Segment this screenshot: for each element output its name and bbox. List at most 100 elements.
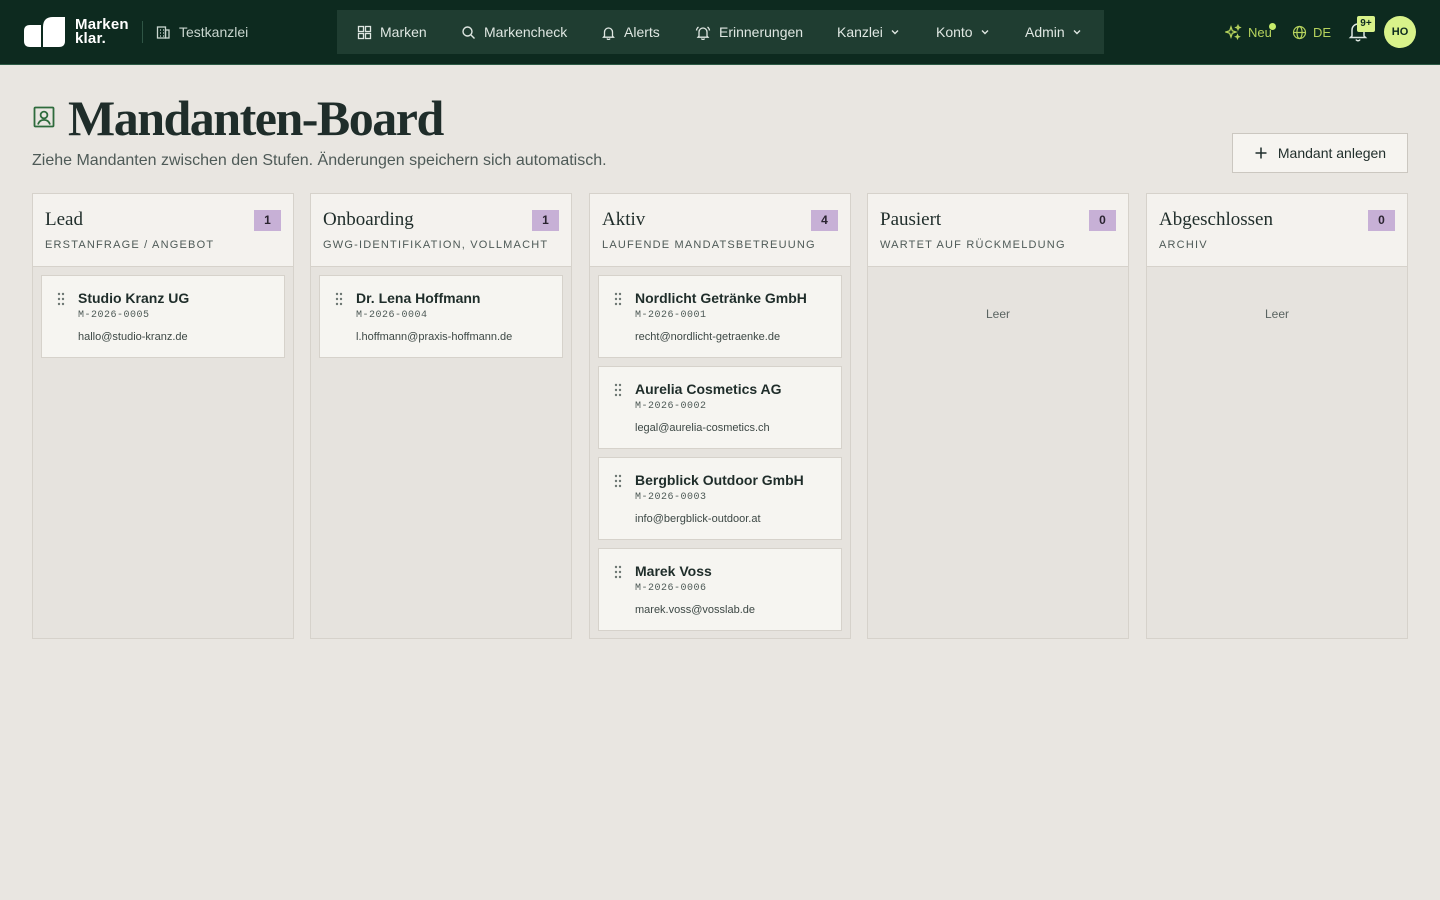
column-header: Lead Erstanfrage / Angebot 1 bbox=[33, 194, 293, 267]
column-count-badge: 4 bbox=[811, 210, 838, 231]
language-label: DE bbox=[1313, 24, 1332, 40]
nav-label: Erinnerungen bbox=[719, 24, 804, 40]
column-header: Pausiert Wartet auf Rückmeldung 0 bbox=[868, 194, 1128, 267]
nav-label: Markencheck bbox=[484, 24, 568, 40]
drag-handle-icon[interactable] bbox=[614, 474, 622, 488]
client-card-icon bbox=[33, 106, 55, 128]
client-card[interactable]: Marek Voss M-2026-0006 marek.voss@vossla… bbox=[598, 548, 842, 631]
nav-label: Alerts bbox=[624, 24, 660, 40]
column-header: Aktiv Laufende Mandatsbetreuung 4 bbox=[590, 194, 850, 267]
nav-label: Marken bbox=[380, 24, 427, 40]
column-subtitle: GwG-Identifikation, Vollmacht bbox=[323, 239, 549, 251]
nav-item-markencheck[interactable]: Markencheck bbox=[461, 10, 567, 54]
bell-icon bbox=[602, 26, 615, 40]
client-email: hallo@studio-kranz.de bbox=[78, 331, 188, 343]
column-empty-state: Leer bbox=[985, 307, 1011, 321]
column-title: Onboarding bbox=[323, 209, 414, 230]
add-client-button[interactable]: Mandant anlegen bbox=[1232, 133, 1408, 173]
drag-handle-icon[interactable] bbox=[614, 383, 622, 397]
logo-divider bbox=[142, 21, 143, 43]
chevron-down-icon bbox=[1073, 30, 1081, 35]
column-title: Pausiert bbox=[880, 209, 942, 230]
column-subtitle: Wartet auf Rückmeldung bbox=[880, 239, 1066, 251]
logo-mark-icon bbox=[24, 17, 65, 47]
client-card[interactable]: Dr. Lena Hoffmann M-2026-0004 l.hoffmann… bbox=[319, 275, 563, 358]
client-name: Aurelia Cosmetics AG bbox=[635, 381, 782, 397]
client-email: info@bergblick-outdoor.at bbox=[635, 513, 761, 525]
client-card[interactable]: Nordlicht Getränke GmbH M-2026-0001 rech… bbox=[598, 275, 842, 358]
client-code: M-2026-0004 bbox=[356, 310, 428, 321]
nav-item-kanzlei[interactable]: Kanzlei bbox=[837, 10, 900, 54]
client-email: recht@nordlicht-getraenke.de bbox=[635, 331, 781, 343]
column-subtitle: Erstanfrage / Angebot bbox=[45, 239, 215, 251]
client-card[interactable]: Studio Kranz UG M-2026-0005 hallo@studio… bbox=[41, 275, 285, 358]
column-title: Abgeschlossen bbox=[1159, 209, 1273, 230]
client-card[interactable]: Bergblick Outdoor GmbH M-2026-0003 info@… bbox=[598, 457, 842, 540]
drag-handle-icon[interactable] bbox=[57, 292, 65, 306]
nav-label: Admin bbox=[1025, 24, 1065, 40]
column-onboarding[interactable]: Onboarding GwG-Identifikation, Vollmacht… bbox=[310, 193, 572, 639]
column-aktiv[interactable]: Aktiv Laufende Mandatsbetreuung 4 Nordli… bbox=[589, 193, 851, 639]
column-empty-state: Leer bbox=[1264, 307, 1290, 321]
column-title: Aktiv bbox=[602, 209, 646, 230]
logo-text: Marken klar. bbox=[75, 17, 129, 47]
page-title: Mandanten-Board bbox=[68, 90, 444, 146]
nav-item-marken[interactable]: Marken bbox=[357, 10, 427, 54]
client-name: Bergblick Outdoor GmbH bbox=[635, 472, 804, 488]
globe-icon bbox=[1292, 25, 1307, 39]
column-lead[interactable]: Lead Erstanfrage / Angebot 1 Studio Kran… bbox=[32, 193, 294, 639]
client-code: M-2026-0005 bbox=[78, 310, 150, 321]
column-header: Onboarding GwG-Identifikation, Vollmacht… bbox=[311, 194, 571, 267]
column-count-badge: 1 bbox=[254, 210, 281, 231]
whats-new-button[interactable]: Neu bbox=[1225, 22, 1272, 42]
column-title: Lead bbox=[45, 209, 83, 230]
column-subtitle: Archiv bbox=[1159, 239, 1208, 251]
client-name: Dr. Lena Hoffmann bbox=[356, 290, 481, 306]
plus-icon bbox=[1255, 147, 1267, 159]
search-icon bbox=[462, 25, 475, 39]
main-nav: Marken Markencheck Alerts Erinnerungen K… bbox=[337, 10, 1104, 54]
column-pausiert[interactable]: Pausiert Wartet auf Rückmeldung 0 Leer bbox=[867, 193, 1129, 639]
column-count-badge: 1 bbox=[532, 210, 559, 231]
app-logo[interactable]: Marken klar. bbox=[24, 17, 129, 47]
client-email: l.hoffmann@praxis-hoffmann.de bbox=[356, 331, 513, 343]
page-subtitle: Ziehe Mandanten zwischen den Stufen. Änd… bbox=[32, 152, 607, 169]
drag-handle-icon[interactable] bbox=[614, 565, 622, 579]
logo-line-2: klar. bbox=[75, 30, 107, 47]
add-client-label: Mandant anlegen bbox=[1277, 145, 1387, 161]
client-code: M-2026-0006 bbox=[635, 583, 707, 594]
column-subtitle: Laufende Mandatsbetreuung bbox=[602, 239, 816, 251]
nav-item-admin[interactable]: Admin bbox=[1025, 10, 1082, 54]
nav-item-alerts[interactable]: Alerts bbox=[601, 10, 660, 54]
client-name: Studio Kranz UG bbox=[78, 290, 190, 306]
client-code: M-2026-0001 bbox=[635, 310, 707, 321]
chevron-down-icon bbox=[891, 30, 899, 35]
top-navigation-bar: Marken klar. Testkanzlei Marken Markench… bbox=[0, 0, 1440, 65]
column-count-badge: 0 bbox=[1089, 210, 1116, 231]
client-email: marek.voss@vosslab.de bbox=[635, 604, 755, 616]
nav-label: Kanzlei bbox=[837, 24, 883, 40]
user-avatar[interactable]: HO bbox=[1384, 16, 1416, 48]
client-name: Nordlicht Getränke GmbH bbox=[635, 290, 807, 306]
nav-item-konto[interactable]: Konto bbox=[936, 10, 990, 54]
column-abgeschlossen[interactable]: Abgeschlossen Archiv 0 Leer bbox=[1146, 193, 1408, 639]
sparkles-icon bbox=[1225, 23, 1242, 40]
tenant-name: Testkanzlei bbox=[179, 24, 249, 40]
nav-label: Konto bbox=[936, 24, 973, 40]
client-code: M-2026-0003 bbox=[635, 492, 707, 503]
client-card[interactable]: Aurelia Cosmetics AG M-2026-0002 legal@a… bbox=[598, 366, 842, 449]
client-email: legal@aurelia-cosmetics.ch bbox=[635, 422, 770, 434]
column-header: Abgeschlossen Archiv 0 bbox=[1147, 194, 1407, 267]
bell-ring-icon bbox=[695, 25, 711, 40]
tenant-switcher[interactable]: Testkanzlei bbox=[155, 22, 248, 42]
client-name: Marek Voss bbox=[635, 563, 712, 579]
grid-icon bbox=[357, 25, 372, 39]
new-indicator-dot bbox=[1269, 23, 1276, 30]
client-code: M-2026-0002 bbox=[635, 401, 707, 412]
language-switcher[interactable]: DE bbox=[1292, 22, 1331, 42]
drag-handle-icon[interactable] bbox=[335, 292, 343, 306]
drag-handle-icon[interactable] bbox=[614, 292, 622, 306]
notification-count-badge: 9+ bbox=[1357, 16, 1375, 32]
nav-item-erinnerungen[interactable]: Erinnerungen bbox=[695, 10, 803, 54]
chevron-down-icon bbox=[981, 30, 989, 35]
